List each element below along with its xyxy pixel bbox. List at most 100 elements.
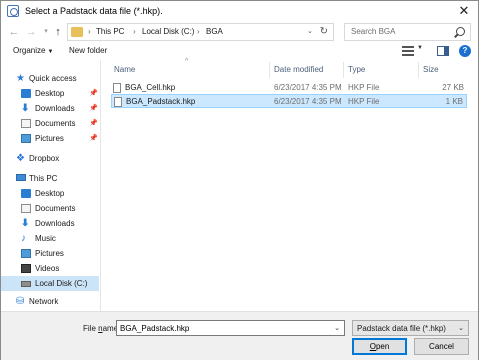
back-arrow-icon[interactable]: ←: [8, 25, 20, 39]
dialog-app-icon: [7, 5, 19, 17]
address-bar[interactable]: › This PC › Local Disk (C:) › BGA ⌄ ↻: [67, 23, 334, 41]
up-arrow-icon[interactable]: ↑: [52, 25, 64, 39]
file-name-input[interactable]: BGA_Padstack.hkp ⌄: [116, 320, 345, 336]
nav-pc-music[interactable]: ♪ Music: [1, 231, 99, 246]
nav-pc-videos[interactable]: Videos: [1, 261, 99, 276]
documents-icon: [21, 119, 31, 128]
column-header-size[interactable]: Size: [423, 65, 439, 74]
file-name: BGA_Cell.hkp: [125, 83, 176, 92]
column-separator[interactable]: [418, 62, 419, 78]
dialog-footer: File name: BGA_Padstack.hkp ⌄ Padstack d…: [1, 311, 478, 360]
nav-local-disk[interactable]: Local Disk (C:): [1, 276, 99, 291]
nav-downloads[interactable]: ⬇ Downloads 📌: [1, 101, 99, 116]
open-button[interactable]: Open: [352, 338, 407, 355]
computer-icon: [16, 174, 26, 181]
file-dialog: Select a Padstack data file (*.hkp). ✕ ←…: [0, 0, 479, 360]
pin-icon[interactable]: 📌: [89, 104, 98, 112]
view-options-caret-icon[interactable]: ▼: [417, 45, 423, 51]
breadcrumb-this-pc[interactable]: This PC: [96, 27, 124, 36]
file-type: HKP File: [348, 97, 380, 106]
nav-pc-pictures[interactable]: Pictures: [1, 246, 99, 261]
column-header-type[interactable]: Type: [348, 65, 365, 74]
nav-pictures[interactable]: Pictures 📌: [1, 131, 99, 146]
pictures-icon: [21, 134, 31, 143]
window-title: Select a Padstack data file (*.hkp).: [25, 6, 163, 16]
close-icon[interactable]: ✕: [456, 3, 472, 19]
file-date: 6/23/2017 4:35 PM: [274, 83, 342, 92]
file-row-selected[interactable]: BGA_Padstack.hkp 6/23/2017 4:35 PM HKP F…: [111, 94, 467, 108]
search-icon[interactable]: [456, 27, 465, 36]
pin-icon[interactable]: 📌: [89, 119, 98, 127]
breadcrumb-separator-icon: ›: [197, 27, 200, 36]
star-icon: ★: [16, 73, 25, 84]
music-note-icon: ♪: [21, 233, 26, 244]
organize-caret-icon: ▼: [47, 49, 54, 55]
download-arrow-icon: ⬇: [21, 103, 30, 114]
nav-label: Documents: [35, 119, 76, 128]
cancel-button[interactable]: Cancel: [414, 338, 469, 355]
nav-label: Local Disk (C:): [35, 279, 88, 288]
command-bar: Organize ▼ New folder ▼ ?: [1, 42, 478, 60]
file-list: ^ Name Date modified Type Size BGA_Cell.…: [101, 58, 469, 311]
address-history-chevron-icon[interactable]: ⌄: [307, 27, 313, 35]
nav-label: Pictures: [35, 134, 64, 143]
nav-label: Downloads: [35, 219, 75, 228]
nav-documents[interactable]: Documents 📌: [1, 116, 99, 131]
nav-pc-documents[interactable]: Documents: [1, 201, 99, 216]
breadcrumb-bga[interactable]: BGA: [206, 27, 223, 36]
file-size: 27 KB: [442, 83, 464, 92]
navigation-bar: ← → ▾ ↑ › This PC › Local Disk (C:) › BG…: [1, 22, 478, 42]
breadcrumb-separator-icon: ›: [88, 27, 91, 36]
column-header-date[interactable]: Date modified: [274, 65, 323, 74]
pin-icon[interactable]: 📌: [89, 89, 98, 97]
vertical-scrollbar[interactable]: [469, 60, 478, 311]
nav-pc-downloads[interactable]: ⬇ Downloads: [1, 216, 99, 231]
breadcrumb-local-disk[interactable]: Local Disk (C:): [142, 27, 194, 36]
nav-label: Desktop: [35, 89, 65, 98]
file-type-select[interactable]: Padstack data file (*.hkp) ⌄: [352, 320, 469, 336]
nav-label: Music: [35, 234, 56, 243]
nav-dropbox[interactable]: ❖ Dropbox: [1, 151, 99, 166]
file-row[interactable]: BGA_Cell.hkp 6/23/2017 4:35 PM HKP File …: [111, 81, 467, 95]
preview-pane-icon[interactable]: [437, 46, 449, 56]
help-icon[interactable]: ?: [459, 45, 471, 57]
forward-arrow-icon[interactable]: →: [25, 25, 37, 39]
nav-desktop[interactable]: Desktop 📌: [1, 86, 99, 101]
sort-ascending-icon: ^: [185, 58, 189, 65]
download-arrow-icon: ⬇: [21, 218, 30, 229]
title-bar: Select a Padstack data file (*.hkp). ✕: [1, 1, 478, 22]
file-name-chevron-icon[interactable]: ⌄: [334, 324, 340, 332]
nav-this-pc[interactable]: This PC: [1, 171, 99, 186]
nav-label: Dropbox: [29, 154, 60, 163]
nav-label: Videos: [35, 264, 60, 273]
nav-label: Documents: [35, 204, 76, 213]
recent-locations-chevron-icon[interactable]: ▾: [40, 25, 52, 39]
change-view-icon[interactable]: [402, 46, 414, 56]
nav-quick-access[interactable]: ★ Quick access: [1, 71, 99, 86]
file-date: 6/23/2017 4:35 PM: [274, 97, 342, 106]
column-separator[interactable]: [269, 62, 270, 78]
breadcrumb-separator-icon: ›: [133, 27, 136, 36]
network-icon: ⛁: [16, 296, 25, 307]
nav-network[interactable]: ⛁ Network: [1, 294, 99, 309]
pin-icon[interactable]: 📌: [89, 134, 98, 142]
refresh-icon[interactable]: ↻: [320, 26, 328, 37]
pictures-icon: [21, 249, 31, 258]
open-label-rest: pen: [375, 342, 390, 351]
search-box[interactable]: Search BGA: [344, 23, 471, 41]
new-folder-button[interactable]: New folder: [69, 46, 107, 55]
file-type-chevron-icon: ⌄: [458, 325, 464, 332]
file-name-label-text: File: [83, 324, 99, 333]
nav-label: Pictures: [35, 249, 64, 258]
file-type-value: Padstack data file (*.hkp): [357, 324, 446, 333]
nav-label: Quick access: [29, 74, 77, 83]
column-separator[interactable]: [343, 62, 344, 78]
column-header-name[interactable]: Name: [114, 65, 135, 74]
nav-pc-desktop[interactable]: Desktop: [1, 186, 99, 201]
file-type: HKP File: [348, 83, 380, 92]
navigation-pane: ★ Quick access Desktop 📌 ⬇ Downloads 📌 D…: [1, 60, 100, 311]
organize-button[interactable]: Organize ▼: [13, 46, 53, 55]
file-size: 1 KB: [445, 97, 463, 106]
desktop-icon: [21, 189, 31, 198]
nav-label: Desktop: [35, 189, 65, 198]
